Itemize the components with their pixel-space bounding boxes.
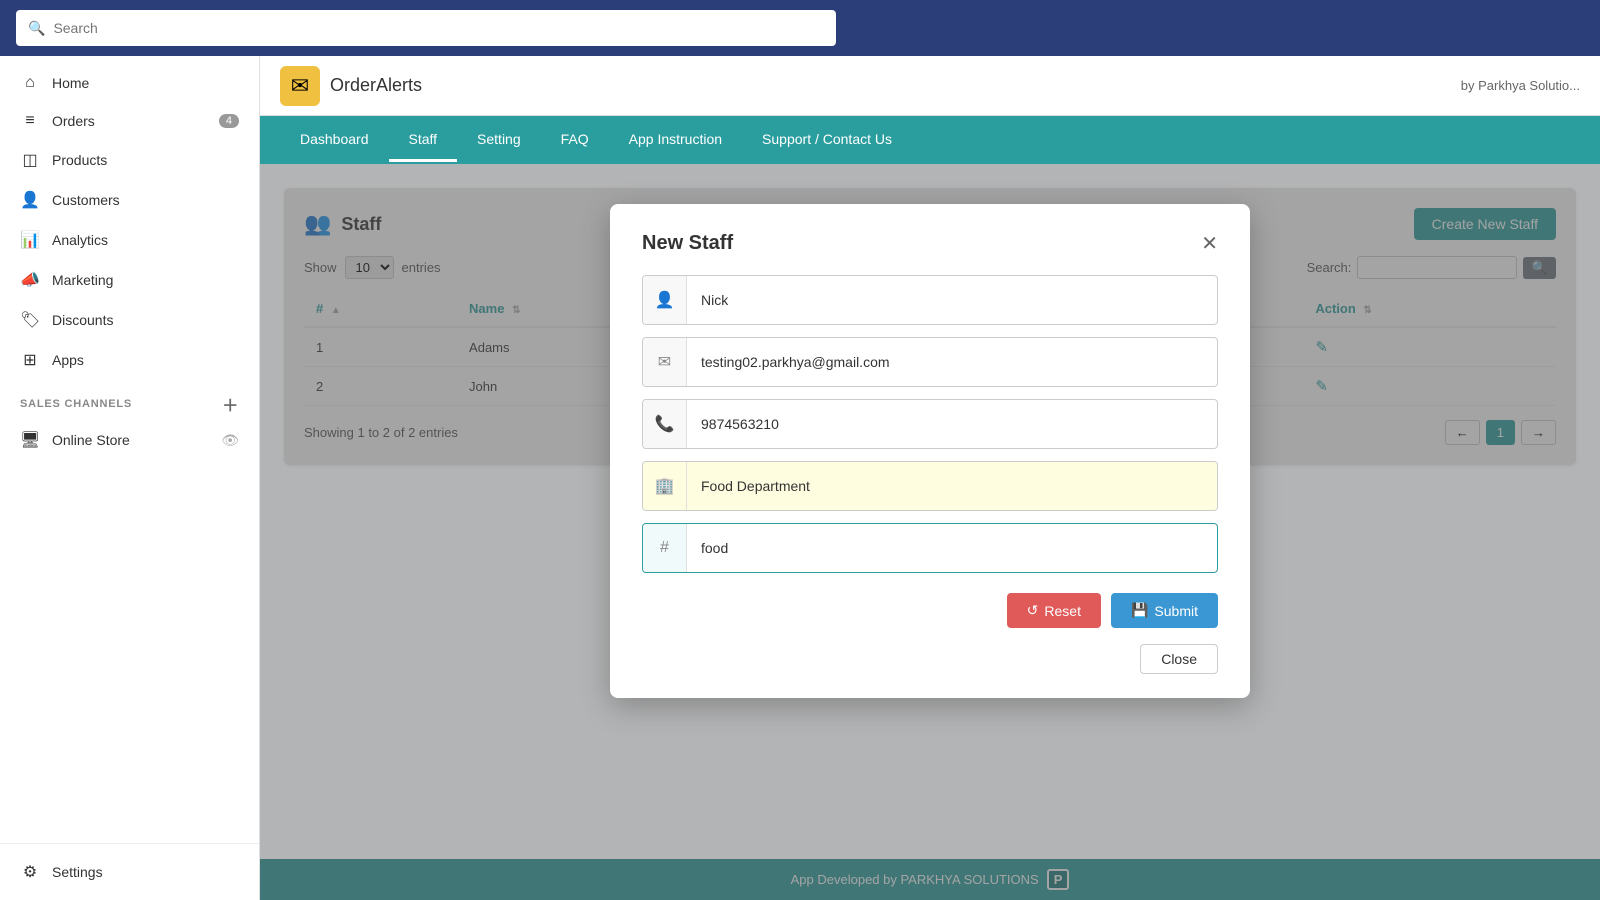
sidebar-item-apps[interactable]: ⊞ Apps — [0, 340, 259, 380]
nav-setting[interactable]: Setting — [457, 119, 541, 162]
modal-overlay: New Staff ✕ 👤 ✉ 📞 — [260, 164, 1600, 900]
modal-actions: ↺ Reset 💾 Submit — [642, 593, 1218, 628]
sidebar-item-label: Discounts — [52, 312, 113, 328]
home-icon: ⌂ — [20, 74, 40, 92]
close-button[interactable]: Close — [1140, 644, 1218, 674]
sidebar-item-label: Settings — [52, 864, 103, 880]
reset-icon: ↺ — [1027, 602, 1039, 619]
nav-dashboard[interactable]: Dashboard — [280, 119, 389, 162]
sidebar-item-label: Orders — [52, 113, 95, 129]
sidebar-item-analytics[interactable]: 📊 Analytics — [0, 220, 259, 260]
department-icon: 🏢 — [643, 462, 687, 510]
close-area: Close — [642, 644, 1218, 674]
nav-staff[interactable]: Staff — [389, 119, 458, 162]
app-logo-icon: ✉ — [291, 73, 309, 99]
main-layout: ⌂ Home ≡ Orders 4 ◫ Products 👤 Customers… — [0, 56, 1600, 900]
orders-icon: ≡ — [20, 112, 40, 130]
discounts-icon: 🏷 — [20, 310, 40, 330]
app-title: OrderAlerts — [330, 75, 422, 96]
nav-faq[interactable]: FAQ — [541, 119, 609, 162]
products-icon: ◫ — [20, 150, 40, 170]
phone-field: 📞 — [642, 399, 1218, 449]
name-input[interactable] — [687, 276, 1217, 324]
apps-icon: ⊞ — [20, 350, 40, 370]
search-input[interactable] — [53, 20, 824, 36]
content: ✉ OrderAlerts by Parkhya Solutio... Dash… — [260, 56, 1600, 900]
sidebar-item-label: Customers — [52, 192, 120, 208]
sidebar-item-home[interactable]: ⌂ Home — [0, 64, 259, 102]
marketing-icon: 📣 — [20, 270, 40, 290]
sidebar-item-label: Online Store — [52, 432, 130, 448]
search-box[interactable]: 🔍 — [16, 10, 836, 46]
email-input[interactable] — [687, 338, 1217, 386]
modal-title: New Staff — [642, 232, 733, 255]
phone-input[interactable] — [687, 400, 1217, 448]
modal-close-x-button[interactable]: ✕ — [1201, 234, 1218, 254]
sidebar-item-settings[interactable]: ⚙ Settings — [0, 852, 259, 892]
sidebar-item-discounts[interactable]: 🏷 Discounts — [0, 300, 259, 340]
sidebar-item-orders[interactable]: ≡ Orders 4 — [0, 102, 259, 140]
sidebar-item-label: Analytics — [52, 232, 108, 248]
analytics-icon: 📊 — [20, 230, 40, 250]
submit-icon: 💾 — [1131, 602, 1148, 619]
sidebar-item-products[interactable]: ◫ Products — [0, 140, 259, 180]
nav-app-instruction[interactable]: App Instruction — [609, 119, 742, 162]
sales-channels-label: SALES CHANNELS — [20, 398, 132, 410]
sidebar-item-marketing[interactable]: 📣 Marketing — [0, 260, 259, 300]
sales-channels-section: SALES CHANNELS ＋ — [0, 380, 259, 420]
department-input[interactable] — [687, 462, 1217, 510]
modal-header: New Staff ✕ — [642, 232, 1218, 255]
submit-button[interactable]: 💾 Submit — [1111, 593, 1218, 628]
phone-icon: 📞 — [643, 400, 687, 448]
tag-icon: # — [643, 524, 687, 572]
submit-label: Submit — [1154, 603, 1198, 619]
sidebar-item-label: Home — [52, 75, 89, 91]
sidebar-item-label: Products — [52, 152, 107, 168]
nav-support[interactable]: Support / Contact Us — [742, 119, 912, 162]
top-bar: 🔍 — [0, 0, 1600, 56]
online-store-eye-icon: 👁 — [221, 432, 239, 449]
app-by: by Parkhya Solutio... — [1461, 78, 1580, 93]
reset-button[interactable]: ↺ Reset — [1007, 593, 1101, 628]
customers-icon: 👤 — [20, 190, 40, 210]
online-store-icon: 🖥 — [20, 430, 40, 450]
email-icon: ✉ — [643, 338, 687, 386]
reset-label: Reset — [1044, 603, 1081, 619]
app-logo: ✉ — [280, 66, 320, 106]
sidebar-item-online-store[interactable]: 🖥 Online Store 👁 — [0, 420, 259, 460]
orders-badge: 4 — [219, 114, 239, 128]
sidebar-item-label: Apps — [52, 352, 84, 368]
sidebar-item-customers[interactable]: 👤 Customers — [0, 180, 259, 220]
settings-icon: ⚙ — [20, 862, 40, 882]
sidebar-bottom: ⚙ Settings — [0, 843, 259, 900]
tag-input[interactable] — [687, 524, 1217, 572]
add-sales-channel-icon[interactable]: ＋ — [222, 392, 239, 416]
sidebar-item-label: Marketing — [52, 272, 113, 288]
department-field: 🏢 — [642, 461, 1218, 511]
tag-field: # — [642, 523, 1218, 573]
search-icon: 🔍 — [28, 20, 45, 37]
sidebar: ⌂ Home ≡ Orders 4 ◫ Products 👤 Customers… — [0, 56, 260, 900]
user-icon: 👤 — [643, 276, 687, 324]
app-nav: Dashboard Staff Setting FAQ App Instruct… — [260, 116, 1600, 164]
name-field: 👤 — [642, 275, 1218, 325]
app-header: ✉ OrderAlerts by Parkhya Solutio... — [260, 56, 1600, 116]
email-field: ✉ — [642, 337, 1218, 387]
new-staff-modal: New Staff ✕ 👤 ✉ 📞 — [610, 204, 1250, 698]
